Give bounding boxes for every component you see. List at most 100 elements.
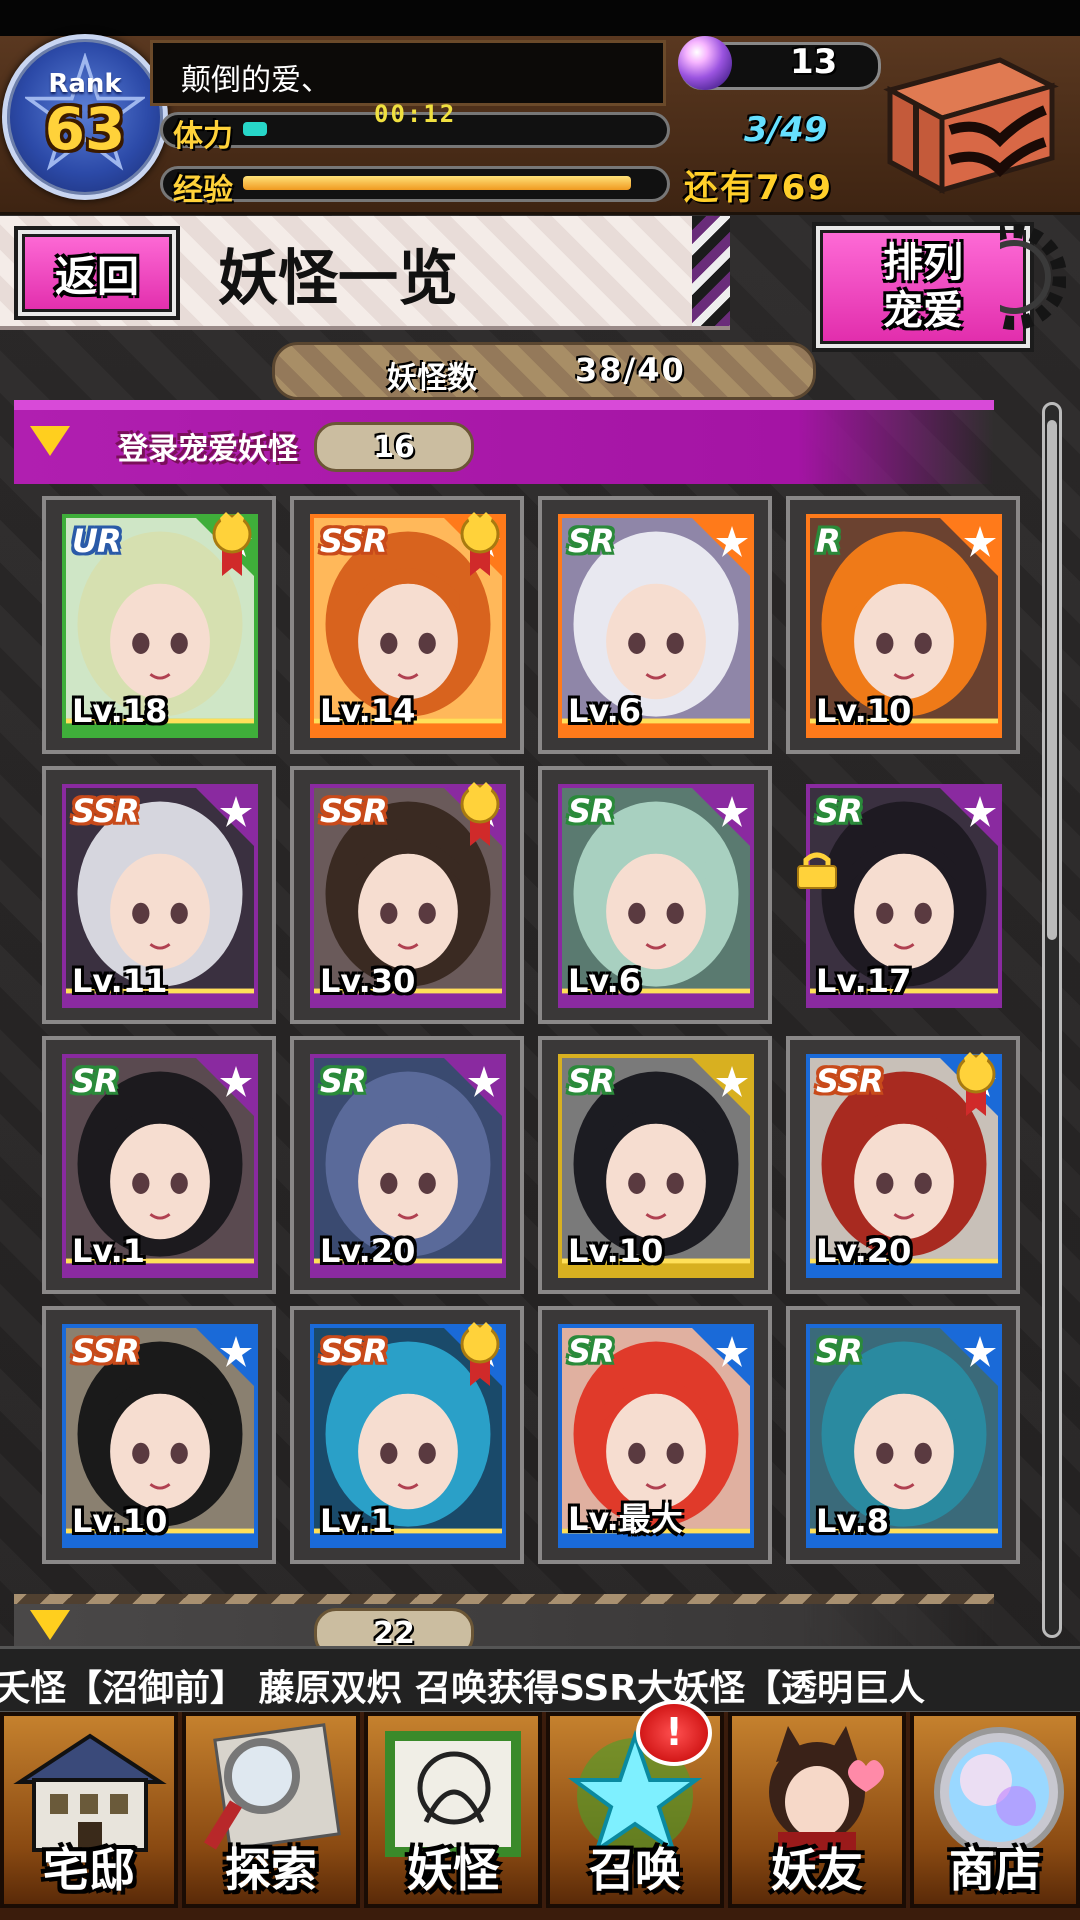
- yokai-card-frame: R Lv.10: [806, 514, 1002, 738]
- yokai-card[interactable]: SR Lv.6: [538, 766, 772, 1024]
- treasure-chest-icon[interactable]: [880, 50, 1060, 200]
- level-label: Lv.10: [816, 692, 912, 730]
- star-corner-icon: [692, 788, 750, 846]
- exp-fill: [243, 176, 631, 190]
- yokai-card[interactable]: SSR Lv.10: [42, 1306, 276, 1564]
- collapse-arrow-icon[interactable]: [30, 1610, 70, 1640]
- back-button-label: 返回: [54, 251, 139, 301]
- level-label: Lv.1: [72, 1232, 146, 1270]
- level-label: Lv.14: [320, 692, 416, 730]
- yokai-card[interactable]: SSR Lv.14: [290, 496, 524, 754]
- nav-mansion-label: 宅邸: [43, 1843, 135, 1897]
- rarity-badge: SR: [568, 1332, 615, 1370]
- nav-shop[interactable]: 商店: [910, 1712, 1080, 1908]
- yokai-card-frame: SSR Lv.11: [62, 784, 258, 1008]
- level-label: Lv.17: [816, 962, 912, 1000]
- yokai-count-value: 38/40: [575, 351, 686, 389]
- bottom-nav: 宅邸 探索 妖怪 召唤 妖友 商店: [0, 1712, 1080, 1920]
- yokai-card[interactable]: SR Lv.10: [538, 1036, 772, 1294]
- rarity-badge: R: [816, 522, 841, 560]
- yokai-card[interactable]: UR Lv.18: [42, 496, 276, 754]
- collapse-arrow-icon[interactable]: [30, 426, 70, 456]
- yokai-card[interactable]: SSR Lv.1: [290, 1306, 524, 1564]
- yokai-card[interactable]: SSR Lv.11: [42, 766, 276, 1024]
- stamina-value: 3/49: [744, 110, 828, 150]
- level-label: Lv.6: [568, 962, 642, 1000]
- yokai-card[interactable]: SR Lv.17: [786, 766, 1020, 1024]
- yokai-card-frame: SR Lv.6: [558, 514, 754, 738]
- favorites-section-header[interactable]: 登录宠爱妖怪 16: [14, 400, 994, 484]
- yokai-card[interactable]: SR Lv.6: [538, 496, 772, 754]
- yokai-count-label: 妖怪数: [387, 361, 477, 396]
- level-label: Lv.1: [320, 1502, 394, 1540]
- yokai-card[interactable]: SR Lv.1: [42, 1036, 276, 1294]
- rank-badge[interactable]: Rank 63: [2, 34, 168, 200]
- back-button[interactable]: 返回: [14, 226, 180, 320]
- gear-icon: [1000, 224, 1066, 330]
- nav-friends-label: 妖友: [771, 1843, 863, 1897]
- rarity-badge: SR: [568, 1062, 615, 1100]
- yokai-card[interactable]: SR Lv.20: [290, 1036, 524, 1294]
- exp-bar: 经验: [160, 166, 670, 208]
- rank-value: 63: [44, 95, 126, 163]
- gold-medal-icon: [212, 512, 252, 576]
- yokai-card-frame: SR Lv.20: [310, 1054, 506, 1278]
- exp-remaining: 还有769: [684, 168, 833, 208]
- rarity-badge: SR: [816, 1332, 863, 1370]
- game-screen: Rank 63 颠倒的爱、 体力 00:12 3/49 经验 还有769 13 …: [0, 0, 1080, 1920]
- favorites-section-label: 登录宠爱妖怪: [118, 432, 298, 467]
- yokai-card[interactable]: SSR Lv.30: [290, 766, 524, 1024]
- yokai-card[interactable]: R Lv.10: [786, 496, 1020, 754]
- nav-yokai[interactable]: 妖怪: [364, 1712, 542, 1908]
- rarity-badge: SR: [568, 792, 615, 830]
- yokai-card[interactable]: SR Lv.8: [786, 1306, 1020, 1564]
- yokai-card[interactable]: SSR Lv.20: [786, 1036, 1020, 1294]
- scrollbar-thumb[interactable]: [1047, 420, 1057, 940]
- yokai-card-frame: SR Lv.最大: [558, 1324, 754, 1548]
- player-name: 颠倒的爱、: [181, 63, 331, 98]
- gold-medal-icon: [460, 1322, 500, 1386]
- rarity-badge: SR: [320, 1062, 367, 1100]
- rarity-badge: SSR: [72, 1332, 140, 1370]
- nav-mansion[interactable]: 宅邸: [0, 1712, 178, 1908]
- yokai-card[interactable]: SR Lv.最大: [538, 1306, 772, 1564]
- star-corner-icon: [444, 1058, 502, 1116]
- star-corner-icon: [940, 518, 998, 576]
- notification-badge: !: [636, 1700, 712, 1766]
- nav-explore[interactable]: 探索: [182, 1712, 360, 1908]
- player-name-box[interactable]: 颠倒的爱、: [150, 40, 666, 106]
- star-corner-icon: [692, 1058, 750, 1116]
- nav-friends[interactable]: 妖友: [728, 1712, 906, 1908]
- title-band-stripe: [692, 216, 730, 326]
- gold-medal-icon: [460, 512, 500, 576]
- nav-yokai-label: 妖怪: [407, 1843, 499, 1897]
- level-label: Lv.18: [72, 692, 168, 730]
- favorites-count-badge: 16: [314, 422, 474, 472]
- ticker-text: 夭怪【沼御前】 藤原双炽 召唤获得SSR大妖怪【透明巨人: [0, 1668, 926, 1709]
- level-label: Lv.6: [568, 692, 642, 730]
- rarity-badge: SSR: [320, 792, 388, 830]
- rarity-badge: SR: [568, 522, 615, 560]
- star-corner-icon: [196, 788, 254, 846]
- yokai-card-frame: SR Lv.6: [558, 784, 754, 1008]
- star-corner-icon: [196, 1328, 254, 1386]
- star-corner-icon: [692, 1328, 750, 1386]
- rarity-badge: SSR: [320, 1332, 388, 1370]
- rarity-badge: SR: [816, 792, 863, 830]
- page-title: 妖怪一览: [218, 244, 458, 314]
- level-label: Lv.30: [320, 962, 416, 1000]
- nav-shop-label: 商店: [949, 1843, 1041, 1897]
- level-label: Lv.20: [320, 1232, 416, 1270]
- stamina-timer: 00:12: [374, 100, 457, 128]
- level-label: Lv.11: [72, 962, 168, 1000]
- gem-count: 13: [790, 42, 838, 82]
- yokai-card-frame: SR Lv.8: [806, 1324, 1002, 1548]
- star-corner-icon: [940, 1328, 998, 1386]
- yokai-card-frame: SR Lv.10: [558, 1054, 754, 1278]
- star-corner-icon: [196, 1058, 254, 1116]
- sort-button-label: 排列: [883, 240, 963, 286]
- yokai-card-frame: SSR Lv.10: [62, 1324, 258, 1548]
- rarity-badge: UR: [72, 522, 122, 560]
- exp-label: 经验: [173, 173, 233, 208]
- magic-orb-icon: [678, 36, 732, 90]
